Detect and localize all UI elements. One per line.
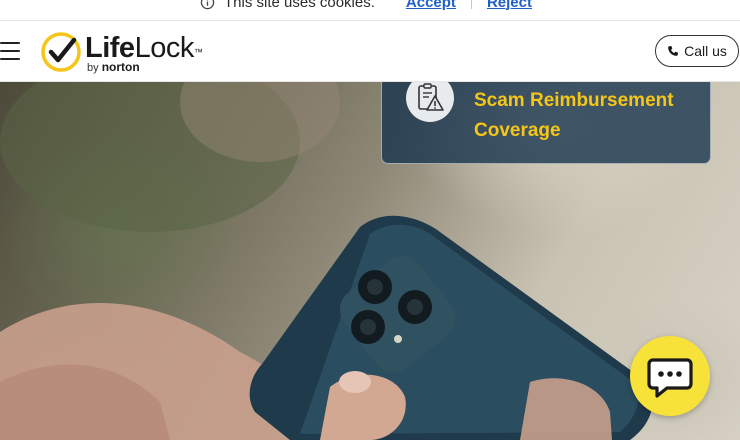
accept-cookies-link[interactable]: Accept (406, 0, 456, 11)
lifelock-logo[interactable]: LifeLock™ by norton (41, 31, 211, 74)
info-icon (200, 0, 215, 9)
page: This site uses cookies. Accept Reject Li… (0, 0, 740, 440)
call-us-label: Call us (684, 43, 727, 59)
site-header: LifeLock™ by norton Call us (0, 21, 740, 82)
call-us-button[interactable]: Call us (655, 35, 739, 67)
feature-title: Scam Reimbursement Coverage (474, 90, 674, 141)
document-warning-icon (418, 83, 444, 111)
feature-card: Scam Reimbursement Coverage (381, 74, 711, 164)
chat-button[interactable] (630, 336, 710, 416)
hamburger-menu-icon[interactable] (0, 42, 20, 60)
reject-cookies-link[interactable]: Reject (487, 0, 532, 11)
chat-bubble-icon (647, 358, 693, 398)
phone-icon (668, 46, 678, 56)
cookie-banner: This site uses cookies. Accept Reject (0, 0, 740, 21)
cookie-message: This site uses cookies. (224, 0, 375, 11)
cookie-banner-content: This site uses cookies. Accept Reject (200, 0, 532, 12)
cookie-divider (470, 0, 472, 9)
logo-by-norton: by norton (87, 60, 140, 74)
logo-checkmark-icon (41, 32, 81, 72)
